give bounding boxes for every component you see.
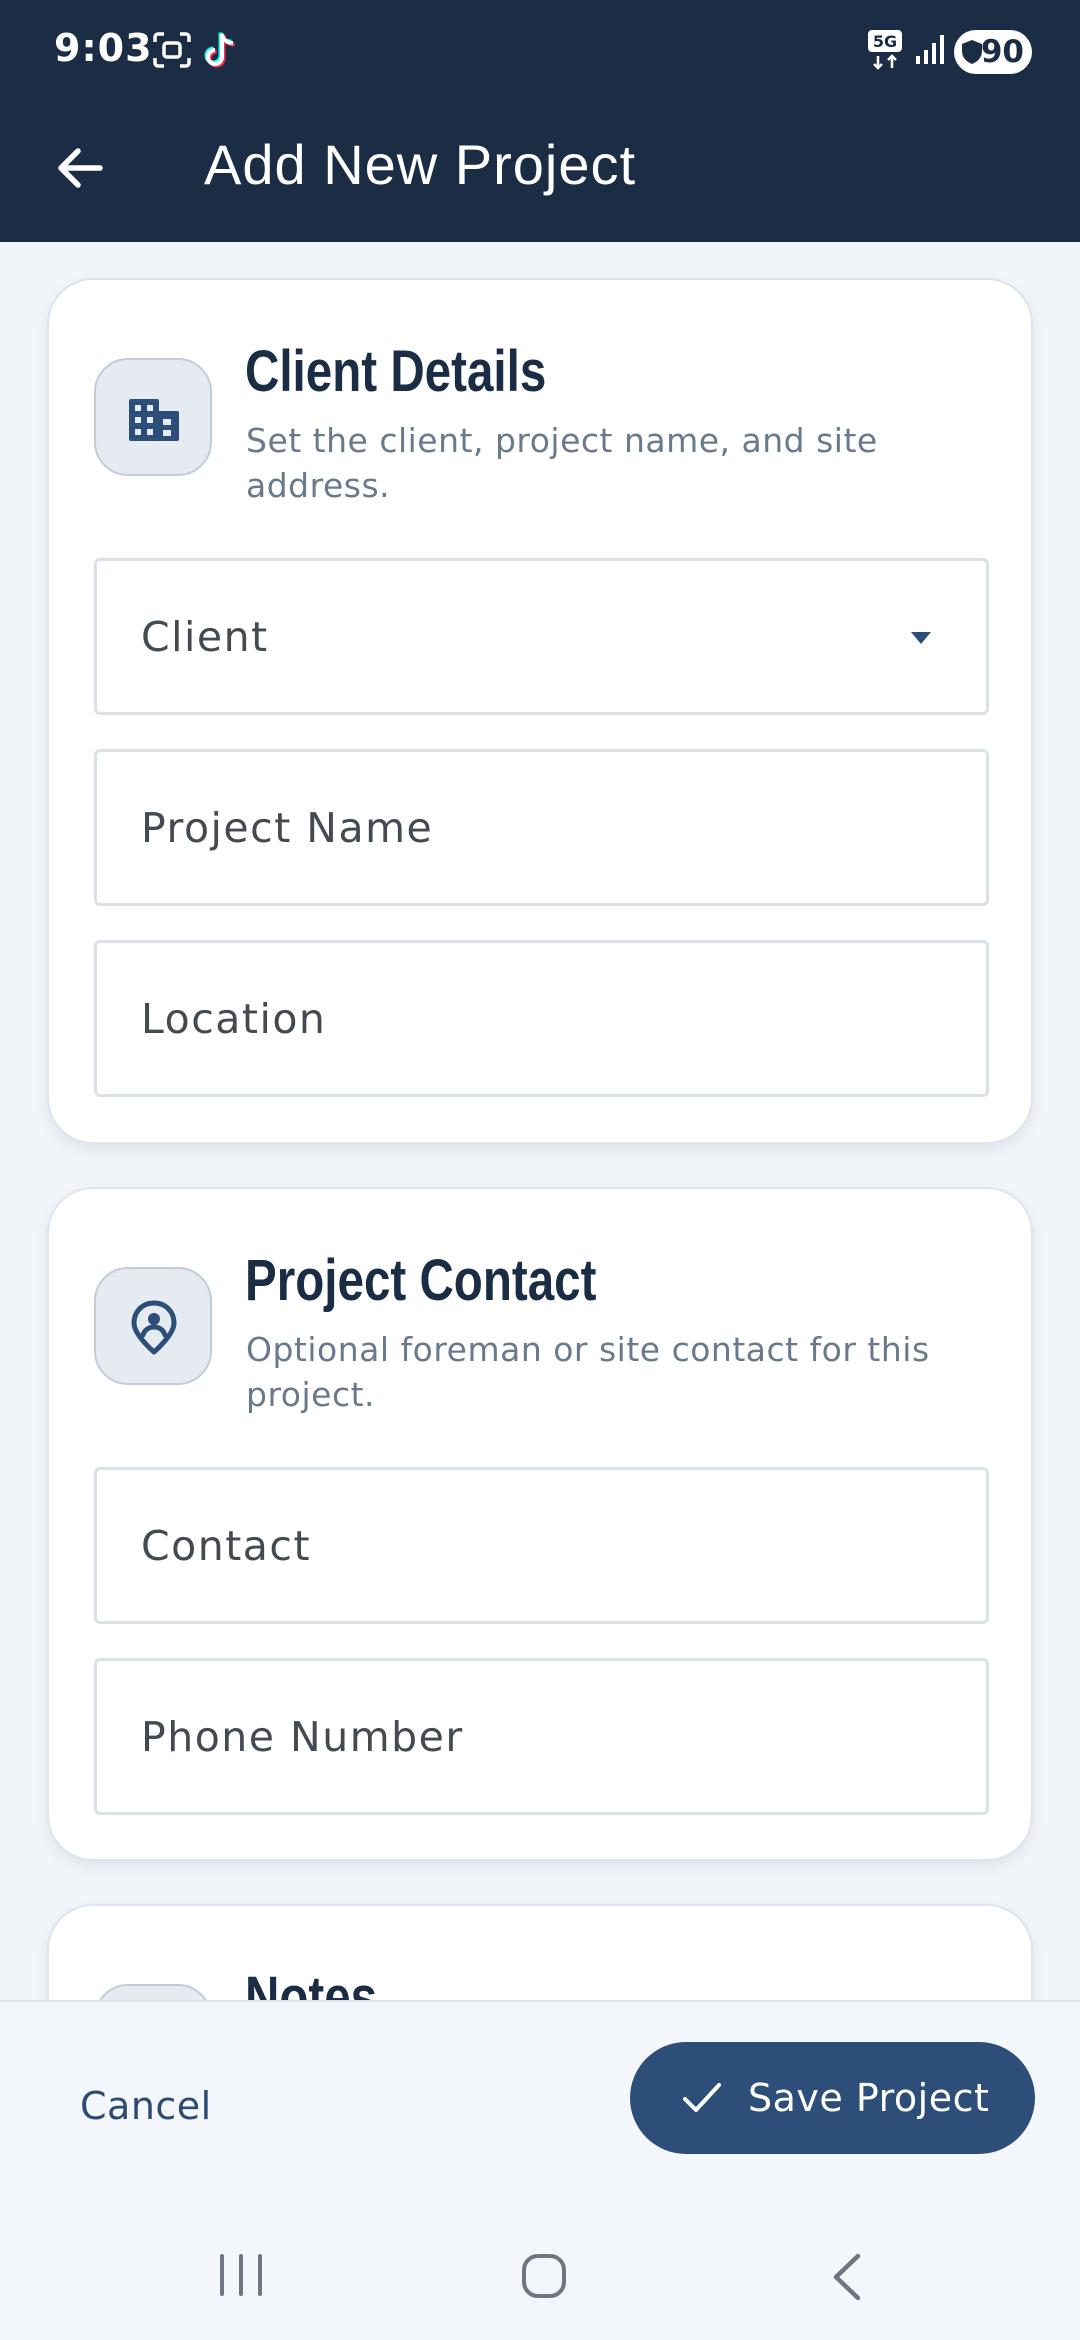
status-time: 9:03 [54,26,153,70]
save-project-button[interactable]: Save Project [630,2042,1035,2154]
nav-back-icon[interactable] [828,2252,864,2302]
client-dropdown-label: Client [141,613,269,661]
client-dropdown[interactable]: Client [94,558,989,715]
save-project-label: Save Project [748,2076,990,2120]
project-name-placeholder: Project Name [141,804,434,852]
back-arrow-icon[interactable] [52,140,108,196]
bottom-action-bar: Cancel Save Project [0,2000,1080,2210]
screenshot-icon [153,32,191,68]
tiktok-icon [204,32,235,68]
section-title: Client Details [245,339,547,404]
building-icon [129,399,179,441]
client-section-icon-badge [94,358,212,476]
mobile-data-5g-icon: 5G [868,30,902,70]
app-bar: Add New Project [0,100,1080,242]
battery-saver-shield-icon [962,40,982,64]
contact-input[interactable]: Contact [94,1467,989,1624]
project-name-input[interactable]: Project Name [94,749,989,906]
system-nav-bar [0,2210,1080,2340]
phone-number-input[interactable]: Phone Number [94,1658,989,1815]
caret-down-icon [911,632,931,644]
section-description: Set the client, project name, and site a… [246,421,878,505]
phone-number-placeholder: Phone Number [141,1713,464,1761]
section-description: Optional foreman or site contact for thi… [246,1330,930,1414]
project-contact-card: Project Contact Optional foreman or site… [47,1187,1033,1861]
location-placeholder: Location [141,995,327,1043]
page-title: Add New Project [204,133,637,196]
battery-indicator: 90 [954,30,1032,74]
network-type: 5G [873,32,897,51]
location-input[interactable]: Location [94,940,989,1097]
home-icon[interactable] [520,2252,568,2300]
check-icon [683,2083,721,2112]
contact-placeholder: Contact [141,1522,312,1570]
signal-icon [916,35,944,64]
battery-level: 90 [980,34,1024,70]
status-bar: 9:03 5G 90 [0,0,1080,100]
section-title: Project Contact [245,1248,597,1313]
cancel-button[interactable]: Cancel [60,2074,232,2138]
client-details-card: Client Details Set the client, project n… [47,278,1033,1144]
contact-section-icon-badge [94,1267,212,1385]
recent-apps-icon[interactable] [216,2252,266,2298]
location-person-icon [131,1300,177,1355]
